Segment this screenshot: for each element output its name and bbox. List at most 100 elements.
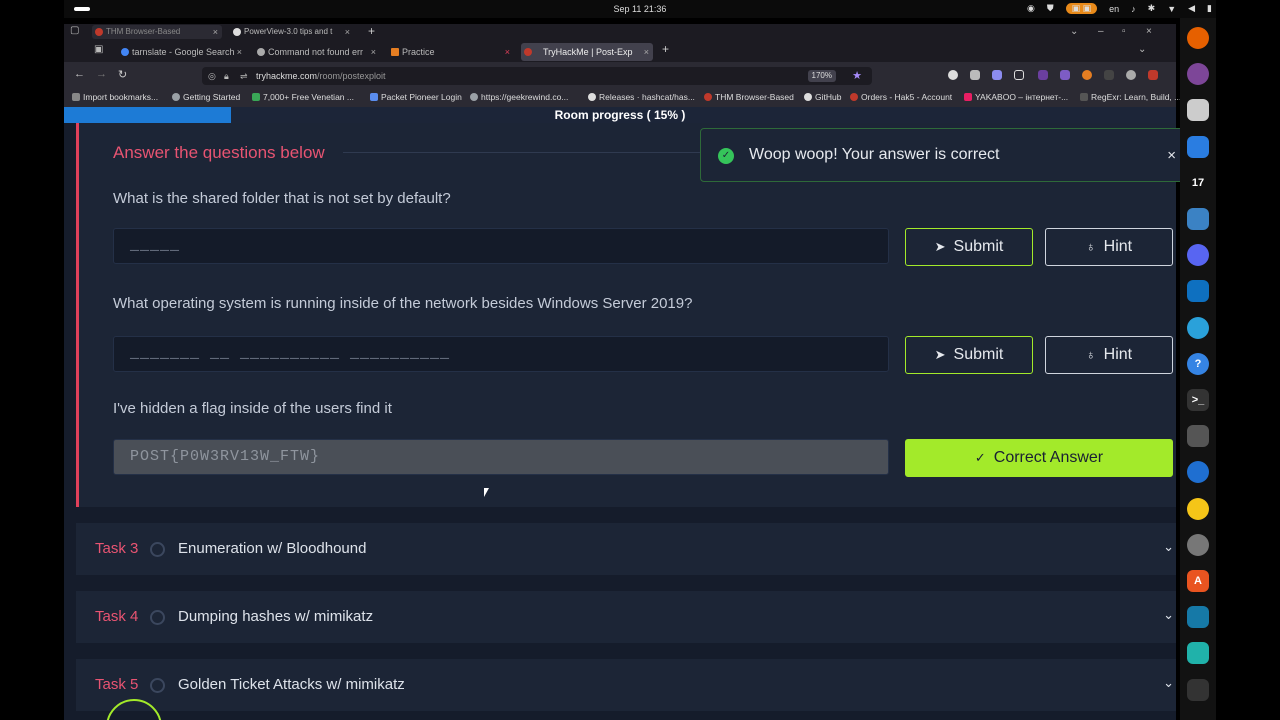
close-tab-icon[interactable]: ×: [237, 43, 242, 61]
hint-button-2[interactable]: ♁ Hint: [1045, 336, 1173, 374]
appcenter-icon[interactable]: A: [1187, 570, 1209, 592]
bookmark-item[interactable]: RegExr: Learn, Build, ...: [1080, 92, 1181, 102]
tab-practice[interactable]: Practice ×: [388, 43, 514, 61]
tab-thm-browser[interactable]: THM Browser-Based ×: [92, 25, 222, 39]
task-row-5[interactable]: Task 5 Golden Ticket Attacks w/ mimikatz…: [76, 659, 1176, 711]
close-icon[interactable]: ×: [1167, 147, 1176, 164]
extension-icon[interactable]: [1082, 70, 1092, 80]
bookmark-item[interactable]: YAKABOO – інтернет-...: [964, 92, 1068, 102]
answer-1-input[interactable]: _____: [113, 228, 889, 264]
firefox-icon[interactable]: [1187, 27, 1209, 49]
bookmark-item[interactable]: Releases · hashcat/has...: [588, 92, 695, 102]
extension-icon[interactable]: [1038, 70, 1048, 80]
task-title: Golden Ticket Attacks w/ mimikatz: [178, 676, 405, 693]
tracking-protection-icon[interactable]: ◎: [208, 67, 216, 85]
tab-google-search[interactable]: tarnslate - Google Search ×: [118, 43, 246, 61]
close-window-icon[interactable]: ×: [1146, 26, 1152, 37]
bookmark-item[interactable]: Getting Started: [172, 92, 240, 102]
wireshark-icon[interactable]: [1187, 606, 1209, 629]
close-tab-icon[interactable]: ×: [213, 25, 218, 39]
permissions-icon[interactable]: ⇌: [240, 67, 248, 85]
answer-3-input[interactable]: POST{P0W3RV13W_FTW}: [113, 439, 889, 475]
telegram-icon[interactable]: [1187, 316, 1209, 339]
docs-icon[interactable]: [1187, 135, 1209, 158]
task-row-4[interactable]: Task 4 Dumping hashes w/ mimikatz ⌄: [76, 591, 1176, 643]
powershell-icon[interactable]: [1187, 642, 1209, 665]
bookmark-star-icon[interactable]: ★: [852, 67, 862, 85]
extension-icon[interactable]: [1104, 70, 1114, 80]
extension-icon[interactable]: [1060, 70, 1070, 80]
clock-icon[interactable]: [1187, 533, 1209, 556]
rhythmbox-icon[interactable]: [1187, 497, 1209, 520]
bookmark-item[interactable]: https://geekrewind.co...: [470, 92, 568, 102]
bookmark-item[interactable]: Orders - Hak5 - Account: [850, 92, 952, 102]
sidebar-icon[interactable]: ▣: [94, 44, 103, 55]
bookmark-item[interactable]: Packet Pioneer Login: [370, 92, 462, 102]
close-tab-icon[interactable]: ×: [644, 43, 649, 61]
tab-bar-top: ▢ THM Browser-Based × PowerView-3.0 tips…: [64, 24, 1176, 40]
chevron-down-icon[interactable]: ⌄: [1163, 539, 1174, 555]
tab-tryhackme[interactable]: TryHackMe | Post-Exp ×: [521, 43, 653, 61]
mic-icon[interactable]: ♪: [1131, 4, 1136, 14]
new-tab-icon[interactable]: +: [368, 24, 375, 38]
bookmark-item[interactable]: THM Browser-Based: [704, 92, 794, 102]
back-icon[interactable]: ←: [74, 68, 85, 80]
maximize-icon[interactable]: ▫: [1122, 26, 1126, 37]
bookmark-item[interactable]: Import bookmarks...: [72, 92, 158, 102]
forward-icon[interactable]: →: [96, 68, 107, 80]
close-tab-icon[interactable]: ×: [371, 43, 376, 61]
discord-icon[interactable]: [1187, 244, 1209, 267]
close-tab-icon[interactable]: ×: [505, 43, 510, 61]
correct-answer-button[interactable]: ✓ Correct Answer: [905, 439, 1173, 477]
weather-icon[interactable]: [1187, 208, 1209, 230]
url-bar[interactable]: ◎ 🔒︎ ⇌ tryhackme.com/room/postexploit 17…: [202, 67, 872, 85]
bookmark-item[interactable]: 7,000+ Free Venetian ...: [252, 92, 354, 102]
submit-button-1[interactable]: ➤ Submit: [905, 228, 1033, 266]
terminal-icon[interactable]: >_: [1187, 389, 1209, 411]
bookmark-icon: [704, 93, 712, 101]
lock-icon[interactable]: 🔒︎: [224, 67, 229, 85]
chevron-down-icon[interactable]: ⌄: [1070, 26, 1078, 37]
chevron-down-icon[interactable]: ⌄: [1163, 607, 1174, 623]
chevron-down-icon[interactable]: ⌄: [1163, 675, 1174, 691]
minimize-icon[interactable]: –: [1098, 26, 1104, 37]
tab-powerview[interactable]: PowerView-3.0 tips and t ×: [230, 25, 354, 39]
volume-icon[interactable]: ◀: [1188, 3, 1195, 14]
files-icon[interactable]: [1187, 99, 1209, 122]
settings-icon[interactable]: [1187, 678, 1209, 701]
window-icon[interactable]: ▢: [70, 25, 79, 36]
system-tray[interactable]: ◉ ⛊ ▣ ▣ en ♪ ✱ ▼ ◀ ▮: [1027, 3, 1212, 14]
tor-icon[interactable]: [1187, 63, 1209, 86]
extension-icon[interactable]: [948, 70, 958, 80]
accessibility-icon[interactable]: ✱: [1148, 3, 1156, 14]
tradingview-icon[interactable]: 17: [1187, 171, 1209, 194]
gimp-icon[interactable]: [1187, 425, 1209, 448]
extension-icon[interactable]: [1126, 70, 1136, 80]
submit-button-2[interactable]: ➤ Submit: [905, 336, 1033, 374]
answer-2-input[interactable]: _______ __ __________ __________: [113, 336, 889, 372]
vscode-icon[interactable]: [1187, 280, 1209, 303]
task-row-3[interactable]: Task 3 Enumeration w/ Bloodhound ⌄: [76, 523, 1176, 575]
tab-command-not-found[interactable]: Command not found err ×: [254, 43, 380, 61]
close-tab-icon[interactable]: ×: [345, 25, 350, 39]
thunderbird-icon[interactable]: [1187, 461, 1209, 484]
vpn-icon[interactable]: ◉: [1027, 3, 1035, 14]
task-status-icon: [150, 610, 165, 625]
list-all-tabs-icon[interactable]: ⌄: [1138, 44, 1146, 55]
battery-icon[interactable]: ▮: [1207, 3, 1212, 14]
shield-icon[interactable]: ⛊: [1047, 3, 1054, 14]
language-indicator[interactable]: en: [1109, 4, 1119, 14]
new-tab-icon[interactable]: +: [662, 42, 669, 56]
reload-icon[interactable]: ↻: [118, 68, 127, 81]
zoom-level[interactable]: 170%: [807, 70, 836, 82]
help-icon[interactable]: ?: [1187, 352, 1209, 375]
send-icon: ➤: [934, 347, 946, 362]
bookmark-item[interactable]: GitHub: [804, 92, 841, 102]
indicator-pill[interactable]: ▣ ▣: [1065, 3, 1098, 14]
extension-icon[interactable]: [970, 70, 980, 80]
sidebar-toggle-icon[interactable]: [1014, 70, 1024, 80]
wifi-icon[interactable]: ▼: [1167, 4, 1176, 14]
extension-icon[interactable]: [992, 70, 1002, 80]
hint-button-1[interactable]: ♁ Hint: [1045, 228, 1173, 266]
extension-icon[interactable]: [1148, 70, 1158, 80]
